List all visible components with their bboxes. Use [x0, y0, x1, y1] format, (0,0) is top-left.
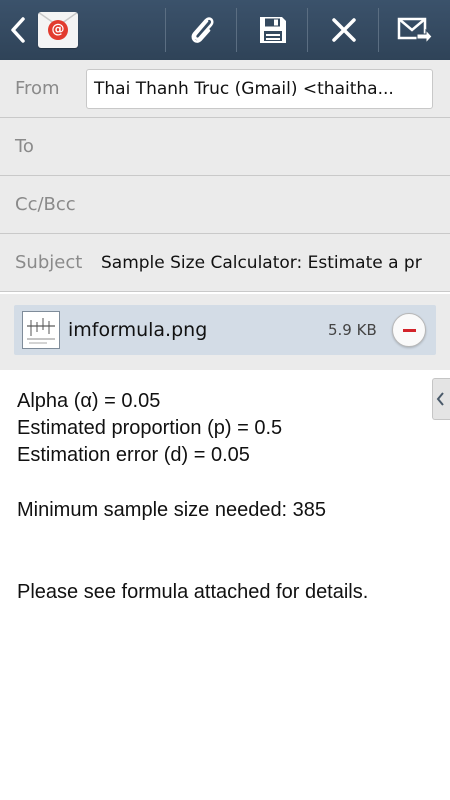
close-icon: [331, 18, 356, 42]
from-label: From: [15, 78, 60, 99]
attachment-item[interactable]: imformula.png 5.9 KB: [14, 305, 436, 355]
chevron-left-icon: [436, 392, 444, 406]
to-label: To: [15, 136, 34, 157]
subject-field[interactable]: Sample Size Calculator: Estimate a pr: [101, 234, 450, 292]
subject-label: Subject: [15, 252, 83, 273]
expand-panel-tab[interactable]: [432, 378, 450, 420]
email-app-icon: @: [38, 12, 78, 48]
body-line: Alpha (α) = 0.05: [17, 390, 161, 412]
attachment-file-name: imformula.png: [68, 319, 208, 341]
body-line: Estimated proportion (p) = 0.5: [17, 417, 283, 439]
to-row[interactable]: To: [0, 118, 450, 176]
send-icon: [397, 17, 433, 45]
back-button[interactable]: @: [0, 0, 90, 60]
action-bar: @: [0, 0, 450, 60]
save-button[interactable]: [237, 0, 308, 60]
subject-row: Subject Sample Size Calculator: Estimate…: [0, 234, 450, 292]
chevron-left-icon: [11, 17, 25, 43]
send-button[interactable]: [379, 0, 450, 60]
ccbcc-label: Cc/Bcc: [15, 194, 76, 215]
attachment-area: imformula.png 5.9 KB: [0, 294, 450, 370]
attach-button[interactable]: [166, 0, 237, 60]
attachment-thumbnail: [22, 311, 60, 349]
attachment-file-size: 5.9 KB: [328, 321, 377, 339]
paperclip-icon: [191, 17, 214, 43]
discard-button[interactable]: [308, 0, 379, 60]
save-icon: [259, 17, 286, 43]
message-body[interactable]: Alpha (α) = 0.05 Estimated proportion (p…: [0, 370, 450, 800]
remove-attachment-button[interactable]: [392, 313, 426, 347]
ccbcc-row[interactable]: Cc/Bcc: [0, 176, 450, 234]
from-row: From Thai Thanh Truc (Gmail) <thaitha...: [0, 60, 450, 118]
minus-icon: [403, 329, 416, 332]
from-field[interactable]: Thai Thanh Truc (Gmail) <thaitha...: [86, 69, 433, 109]
body-line: Please see formula attached for details.: [17, 581, 369, 603]
body-line: Minimum sample size needed: 385: [17, 499, 327, 521]
body-line: Estimation error (d) = 0.05: [17, 444, 250, 466]
